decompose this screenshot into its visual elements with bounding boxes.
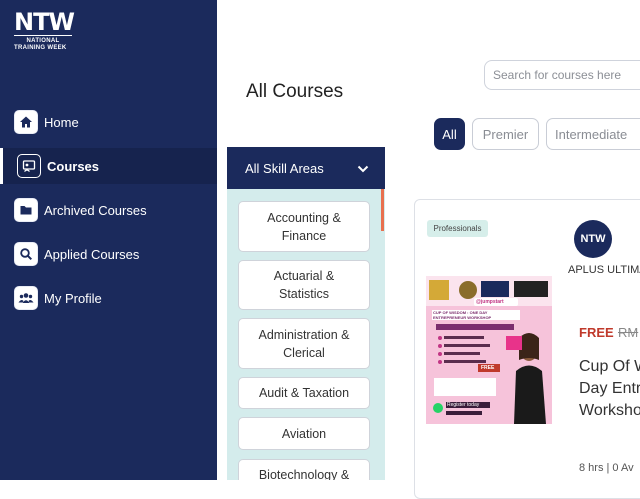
skill-item-accounting-finance[interactable]: Accounting & Finance (238, 201, 370, 252)
chevron-down-icon (357, 162, 369, 177)
logo-sub-national: NATIONAL (26, 38, 60, 44)
poster-title: CUP OF WISDOM : ONE DAY ENTREPRENEUR WOR… (433, 310, 492, 320)
organization-logo: NTW (574, 220, 612, 258)
sidebar-item-home[interactable]: Home (0, 104, 217, 140)
organization-name: APLUS ULTIMA (568, 264, 640, 276)
page-title: All Courses (246, 81, 344, 102)
skill-list-scrollbar[interactable] (381, 189, 384, 231)
skill-areas-dropdown[interactable]: All Skill Areas (227, 147, 385, 189)
sidebar-item-label: Archived Courses (44, 202, 147, 218)
poster-register-text: Register today (447, 402, 480, 408)
skill-item-label: Actuarial & (273, 269, 335, 283)
price-original: RM (618, 325, 639, 340)
search-icon (14, 242, 38, 266)
skill-item-label: Statistics (278, 287, 329, 301)
home-icon (14, 110, 38, 134)
skill-item-biotechnology[interactable]: Biotechnology & (238, 459, 370, 480)
sidebar-item-label: Courses (47, 158, 100, 174)
sidebar-item-applied-courses[interactable]: Applied Courses (0, 236, 217, 272)
sidebar-item-archived-courses[interactable]: Archived Courses (0, 192, 217, 228)
courses-icon (17, 154, 41, 178)
skill-item-audit-taxation[interactable]: Audit & Taxation (238, 377, 370, 409)
filter-intermediate-button[interactable]: Intermediate (546, 118, 640, 150)
skill-item-label: Administration & (258, 327, 350, 342)
sidebar-item-courses[interactable]: Courses (0, 148, 217, 184)
logo-sub-training-week: TRAINING WEEK (14, 45, 67, 51)
sidebar: NTW NATIONAL TRAINING WEEK Home Courses … (0, 0, 217, 480)
filter-premier-button[interactable]: Premier (472, 118, 539, 150)
sidebar-item-my-profile[interactable]: My Profile (0, 280, 217, 316)
skill-item-label: Accounting & (267, 210, 341, 225)
sidebar-item-label: My Profile (44, 290, 102, 306)
category-badge: Professionals (427, 220, 488, 237)
skill-item-aviation[interactable]: Aviation (238, 417, 370, 450)
skill-areas-header: All Skill Areas (245, 160, 324, 176)
logo-text: NTW (14, 8, 75, 36)
course-title-line: Worksho (579, 402, 640, 419)
users-icon (14, 286, 38, 310)
ntw-logo[interactable]: NTW NATIONAL TRAINING WEEK (14, 8, 76, 51)
course-poster-image[interactable]: @jumpstart CUP OF WISDOM : ONE DAY ENTRE… (426, 276, 552, 424)
sidebar-item-label: Home (44, 114, 79, 130)
filter-all-button[interactable]: All (434, 118, 465, 150)
search-input[interactable]: Search for courses here (484, 60, 640, 90)
sidebar-item-label: Applied Courses (44, 246, 140, 262)
course-meta: 8 hrs | 0 Av (579, 462, 634, 474)
course-title-line: Day Entr (579, 380, 640, 397)
skill-areas-list: Accounting & Finance Actuarial & Statistic… (227, 189, 385, 480)
skill-item-actuarial-statistics[interactable]: Actuarial & Statistics (238, 260, 370, 310)
poster-header: @jumpstart (476, 299, 504, 305)
skill-item-label: Finance (281, 228, 327, 243)
skill-item-label: Clerical (283, 345, 325, 360)
course-title-line: Cup Of W (579, 358, 640, 375)
poster-free-label: FREE (481, 365, 495, 371)
price-free: FREE (579, 325, 614, 340)
search-placeholder: Search for courses here (493, 68, 622, 82)
skill-item-administration-clerical[interactable]: Administration & Clerical (238, 318, 370, 369)
folder-icon (14, 198, 38, 222)
course-title[interactable]: Cup Of W Day Entr Worksho (579, 356, 640, 422)
